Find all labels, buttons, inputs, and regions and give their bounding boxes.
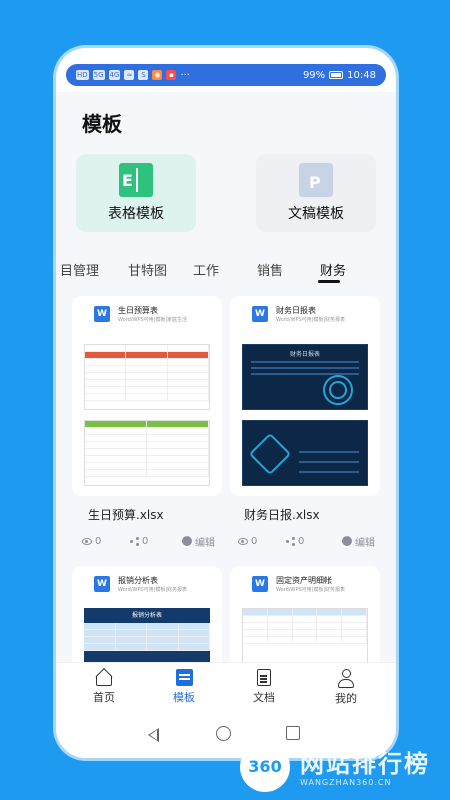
tab-work[interactable]: 工作 [193, 260, 219, 279]
dashboard-preview-thumbnail: 财务日报表 [242, 344, 368, 410]
phone-frame: HD 5G 4G ≈ S ◉ ▪ ··· 99% 10:48 模板 E 表格模板… [56, 48, 396, 758]
sheet-preview-thumbnail-2 [84, 420, 210, 486]
hd-icon: HD [76, 70, 89, 80]
nav-templates[interactable]: 模板 [154, 669, 214, 705]
signal-icon-2: 4G [108, 70, 121, 80]
card-title: 生日预算表 [118, 306, 158, 315]
view-count: 0 [238, 536, 257, 547]
watermark-badge: 360 [240, 742, 290, 792]
more-icon [182, 532, 192, 546]
back-icon[interactable] [148, 728, 159, 742]
share-icon [130, 536, 139, 546]
signal-icon: 5G [92, 70, 105, 80]
card-subtitle: Word/WPS可用|模板|家庭生活 [118, 317, 188, 323]
card-subtitle: Word/WPS可用|模板|财务报表 [276, 587, 346, 593]
file-name: 生日预算.xlsx [88, 508, 164, 522]
status-bar: HD 5G 4G ≈ S ◉ ▪ ··· 99% 10:48 [66, 64, 386, 86]
sheet-template-button[interactable]: E 表格模板 [76, 154, 196, 232]
battery-percent: 99% [302, 69, 326, 81]
share-count[interactable]: 0 [286, 536, 304, 547]
wifi-icon: ≈ [124, 70, 135, 80]
card-title: 固定资产明细帐 [276, 576, 332, 585]
spreadsheet-icon: E [119, 163, 153, 197]
card-header: W 生日预算表 Word/WPS可用|模板|家庭生活 [72, 296, 222, 332]
template-card-expense[interactable]: W 报销分析表 Word/WPS可用|模板|财务报表 报销分析表 [72, 566, 222, 662]
card-subtitle: Word/WPS可用|模板|财务报表 [276, 317, 346, 323]
card-subtitle: Word/WPS可用|模板|财务报表 [118, 587, 188, 593]
document-icon [257, 669, 271, 686]
category-tabs: 目管理 甘特图 工作 销售 财务 [56, 252, 396, 286]
edit-button[interactable]: 编辑 [182, 532, 215, 549]
presentation-icon: P [299, 163, 333, 197]
clock: 10:48 [347, 69, 376, 81]
template-icon [175, 669, 193, 686]
more-notifications-icon: ··· [180, 69, 190, 81]
share-count[interactable]: 0 [130, 536, 148, 547]
expense-preview-thumbnail: 报销分析表 [84, 608, 210, 662]
user-icon [337, 669, 355, 688]
expense-preview-title: 报销分析表 [131, 612, 162, 619]
card-header: W 固定资产明细帐 Word/WPS可用|模板|财务报表 [230, 566, 380, 602]
main-content: 模板 E 表格模板 P 文稿模板 目管理 甘特图 工作 销售 财务 W 生日预算… [56, 92, 396, 662]
active-tab-indicator [318, 280, 340, 283]
card-stats: 0 0 编辑 [82, 532, 222, 549]
eye-icon [82, 537, 92, 545]
word-icon: W [252, 306, 268, 322]
template-card-finance-daily[interactable]: W 财务日报表 Word/WPS可用|模板|财务报表 财务日报表 [230, 296, 380, 496]
battery-icon [329, 71, 344, 79]
template-card-birthday[interactable]: W 生日预算表 Word/WPS可用|模板|家庭生活 [72, 296, 222, 496]
doc-template-button[interactable]: P 文稿模板 [256, 154, 376, 232]
asset-ledger-preview-thumbnail [242, 608, 368, 662]
more-icon [342, 532, 352, 546]
card-header: W 报销分析表 Word/WPS可用|模板|财务报表 [72, 566, 222, 602]
word-icon: W [252, 576, 268, 592]
page-title: 模板 [82, 112, 122, 136]
share-icon [286, 536, 295, 546]
watermark-text: 网站排行榜 [300, 750, 430, 778]
card-title: 报销分析表 [118, 576, 158, 585]
nav-home[interactable]: 首页 [74, 669, 134, 705]
app-notification-icon-3: ▪ [166, 70, 177, 80]
template-card-fixed-assets[interactable]: W 固定资产明细帐 Word/WPS可用|模板|财务报表 [230, 566, 380, 662]
doc-template-label: 文稿模板 [288, 206, 344, 222]
nav-profile[interactable]: 我的 [316, 669, 376, 706]
app-notification-icon-2: ◉ [152, 70, 163, 80]
nav-documents[interactable]: 文档 [234, 669, 294, 705]
tab-project-management[interactable]: 目管理 [60, 260, 99, 279]
dashboard-preview-thumbnail-2 [242, 420, 368, 486]
status-right: 99% 10:48 [303, 70, 376, 81]
sheet-template-label: 表格模板 [108, 206, 164, 222]
sheet-preview-thumbnail [84, 344, 210, 410]
home-icon [96, 676, 112, 686]
status-icons: HD 5G 4G ≈ S ◉ ▪ ··· [76, 70, 190, 81]
eye-icon [238, 537, 248, 545]
view-count: 0 [82, 536, 101, 547]
home-circle-icon[interactable] [216, 726, 231, 741]
file-name: 财务日报.xlsx [244, 508, 320, 522]
dashboard-preview-title: 财务日报表 [289, 351, 320, 358]
watermark-url: WANGZHAN360.CN [300, 778, 392, 787]
watermark: 360 网站排行榜 WANGZHAN360.CN [238, 738, 450, 798]
card-title: 财务日报表 [276, 306, 316, 315]
edit-button[interactable]: 编辑 [342, 532, 375, 549]
word-icon: W [94, 576, 110, 592]
tab-finance[interactable]: 财务 [320, 260, 346, 279]
app-notification-icon: S [138, 70, 149, 80]
tab-gantt[interactable]: 甘特图 [128, 260, 167, 279]
bottom-nav: 首页 模板 文档 我的 [56, 662, 396, 714]
tab-sales[interactable]: 销售 [257, 260, 283, 279]
card-stats: 0 0 编辑 [238, 532, 388, 549]
card-header: W 财务日报表 Word/WPS可用|模板|财务报表 [230, 296, 380, 332]
word-icon: W [94, 306, 110, 322]
